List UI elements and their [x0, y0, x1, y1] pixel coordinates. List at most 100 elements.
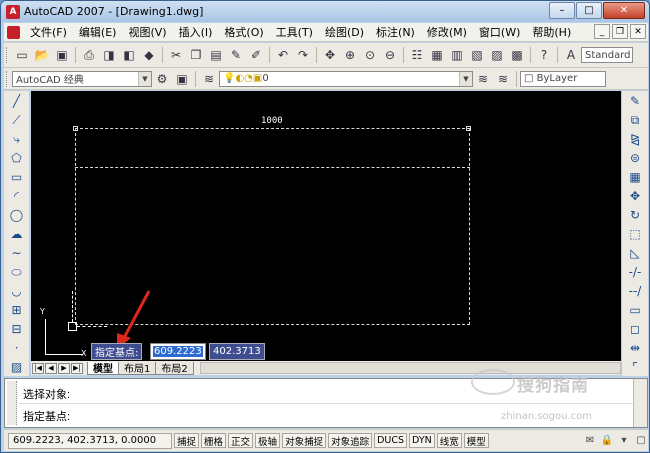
- sheetset-icon[interactable]: ▧: [468, 46, 486, 64]
- copy-icon[interactable]: ❐: [187, 46, 205, 64]
- toolbar-grip[interactable]: [6, 47, 9, 63]
- lineweight-toggle[interactable]: 线宽: [436, 433, 462, 448]
- grid-toggle[interactable]: 栅格: [201, 433, 227, 448]
- designcenter-icon[interactable]: ▦: [428, 46, 446, 64]
- properties-icon[interactable]: ☷: [408, 46, 426, 64]
- make-current-layer-icon[interactable]: ≋: [474, 70, 492, 88]
- doc-minimize-button[interactable]: _: [594, 24, 610, 39]
- maximize-button[interactable]: □: [576, 2, 602, 19]
- join-icon[interactable]: ⇹: [625, 339, 645, 357]
- tab-layout2[interactable]: 布局2: [155, 361, 194, 375]
- menu-draw[interactable]: 绘图(D): [319, 24, 370, 40]
- menu-file[interactable]: 文件(F): [24, 24, 73, 40]
- snap-toggle[interactable]: 捕捉: [174, 433, 200, 448]
- close-button[interactable]: ✕: [603, 2, 645, 19]
- zoom-window-icon[interactable]: ⊙: [361, 46, 379, 64]
- rotate-icon[interactable]: ↻: [625, 206, 645, 224]
- osnap-toggle[interactable]: 对象捕捉: [282, 433, 327, 448]
- workspace-settings-icon[interactable]: ⚙: [153, 70, 171, 88]
- line-icon[interactable]: ╱: [7, 92, 27, 110]
- zoom-realtime-icon[interactable]: ⊕: [341, 46, 359, 64]
- menu-tools[interactable]: 工具(T): [270, 24, 319, 40]
- copy-object-icon[interactable]: ⧉: [625, 111, 645, 129]
- dimension-text[interactable]: 1000: [261, 116, 283, 126]
- layer-combo[interactable]: 💡◐◔▣ 0 ▼: [219, 70, 473, 87]
- menu-insert[interactable]: 插入(I): [173, 24, 219, 40]
- ortho-toggle[interactable]: 正交: [228, 433, 254, 448]
- textstyle-icon[interactable]: A: [562, 46, 580, 64]
- rectangle-icon[interactable]: ▭: [7, 168, 27, 186]
- polygon-icon[interactable]: ⬠: [7, 149, 27, 167]
- model-toggle[interactable]: 模型: [463, 433, 489, 448]
- break-icon[interactable]: ▭: [625, 301, 645, 319]
- spline-icon[interactable]: ∼: [7, 244, 27, 262]
- autocad-app-icon[interactable]: A: [6, 4, 20, 19]
- menu-view[interactable]: 视图(V): [122, 24, 172, 40]
- workspace-combo[interactable]: AutoCAD 经典 ▼: [12, 70, 152, 87]
- mirror-icon[interactable]: ⧎: [625, 130, 645, 148]
- dyn-toggle[interactable]: DYN: [409, 433, 435, 448]
- new-icon[interactable]: ▭: [13, 46, 31, 64]
- clean-screen-icon[interactable]: ▢: [634, 434, 648, 448]
- trim-icon[interactable]: -/-: [625, 263, 645, 281]
- hatch-icon[interactable]: ▨: [7, 358, 27, 376]
- revision-cloud-icon[interactable]: ☁: [7, 225, 27, 243]
- drawing-canvas[interactable]: 1000 Y X 指定基点: 609.2223 402.3713: [31, 91, 621, 361]
- text-style-combo[interactable]: Standard: [581, 47, 633, 63]
- otrack-toggle[interactable]: 对象追踪: [328, 433, 373, 448]
- polar-toggle[interactable]: 极轴: [255, 433, 281, 448]
- circle-icon[interactable]: ◯: [7, 206, 27, 224]
- grip-point[interactable]: [466, 126, 471, 131]
- markup-icon[interactable]: ▨: [488, 46, 506, 64]
- ellipse-icon[interactable]: ⬭: [7, 263, 27, 281]
- grip-point[interactable]: [73, 126, 78, 131]
- stretch-icon[interactable]: ◺: [625, 244, 645, 262]
- toolbar-grip[interactable]: [6, 70, 9, 87]
- first-tab-button[interactable]: |◀: [32, 362, 44, 374]
- zoom-previous-icon[interactable]: ⊖: [381, 46, 399, 64]
- color-combo[interactable]: □ ByLayer: [520, 70, 606, 87]
- lock-icon[interactable]: 🔒: [600, 434, 614, 448]
- preview-icon[interactable]: ◨: [100, 46, 118, 64]
- help-icon[interactable]: ?: [535, 46, 553, 64]
- chamfer-icon[interactable]: ◻: [625, 320, 645, 338]
- move-icon[interactable]: ✥: [625, 187, 645, 205]
- undo-icon[interactable]: ↶: [274, 46, 292, 64]
- menu-modify[interactable]: 修改(M): [421, 24, 473, 40]
- fillet-icon[interactable]: ⌜: [625, 358, 645, 376]
- document-icon[interactable]: [7, 25, 20, 39]
- layer-previous-icon[interactable]: ≋: [494, 70, 512, 88]
- redo-icon[interactable]: ↷: [294, 46, 312, 64]
- polyline-icon[interactable]: ⤷: [7, 130, 27, 148]
- menu-window[interactable]: 窗口(W): [473, 24, 526, 40]
- menu-help[interactable]: 帮助(H): [526, 24, 577, 40]
- communication-center-icon[interactable]: ✉: [583, 434, 597, 448]
- pan-icon[interactable]: ✥: [321, 46, 339, 64]
- make-block-icon[interactable]: ⊟: [7, 320, 27, 338]
- cut-icon[interactable]: ✂: [167, 46, 185, 64]
- prev-tab-button[interactable]: ◀: [45, 362, 57, 374]
- workspace-save-icon[interactable]: ▣: [173, 70, 191, 88]
- arc-icon[interactable]: ◜: [7, 187, 27, 205]
- selected-line[interactable]: [75, 167, 470, 168]
- array-icon[interactable]: ▦: [625, 168, 645, 186]
- next-tab-button[interactable]: ▶: [58, 362, 70, 374]
- erase-icon[interactable]: ✎: [625, 92, 645, 110]
- matchprop-icon[interactable]: ✎: [227, 46, 245, 64]
- scale-icon[interactable]: ⬚: [625, 225, 645, 243]
- chevron-down-icon[interactable]: ▼: [459, 71, 472, 86]
- 3dprint-icon[interactable]: ◆: [140, 46, 158, 64]
- offset-icon[interactable]: ⊜: [625, 149, 645, 167]
- ellipse-arc-icon[interactable]: ◡: [7, 282, 27, 300]
- insert-block-icon[interactable]: ⊞: [7, 301, 27, 319]
- tab-model[interactable]: 模型: [87, 361, 119, 375]
- publish-icon[interactable]: ◧: [120, 46, 138, 64]
- paste-icon[interactable]: ▤: [207, 46, 225, 64]
- menu-dimension[interactable]: 标注(N): [370, 24, 421, 40]
- menu-format[interactable]: 格式(O): [218, 24, 269, 40]
- command-scrollbar[interactable]: [633, 379, 647, 427]
- dynamic-input-x[interactable]: 609.2223: [150, 343, 206, 360]
- point-icon[interactable]: ·: [7, 339, 27, 357]
- construction-line-icon[interactable]: ⟋: [7, 111, 27, 129]
- chevron-down-icon[interactable]: ▾: [617, 434, 631, 448]
